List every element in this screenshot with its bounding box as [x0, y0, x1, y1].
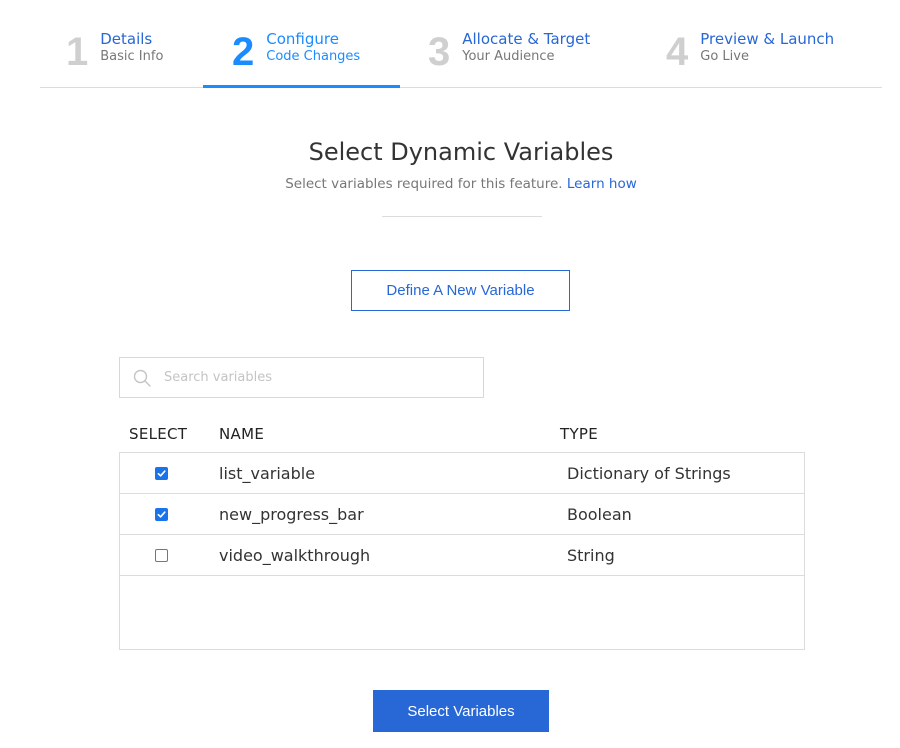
- variable-type: Boolean: [567, 504, 632, 524]
- search-input[interactable]: [164, 370, 483, 385]
- variable-name: list_variable: [219, 463, 316, 483]
- search-box[interactable]: [119, 357, 484, 398]
- step-number: 3: [428, 30, 451, 74]
- checkmark-icon: [157, 510, 166, 518]
- stepper: 1 Details Basic Info 2 Configure Code Ch…: [40, 0, 882, 88]
- table-row[interactable]: list_variable Dictionary of Strings: [120, 453, 804, 494]
- step-subtitle: Your Audience: [462, 49, 555, 64]
- step-title: Configure: [266, 30, 339, 48]
- search-icon: [133, 369, 151, 387]
- variable-name: video_walkthrough: [219, 545, 371, 565]
- step-title: Details: [100, 30, 153, 48]
- row-checkbox-checked[interactable]: [155, 466, 168, 480]
- step-subtitle: Code Changes: [266, 49, 361, 64]
- variable-type: Dictionary of Strings: [567, 463, 731, 483]
- column-header-type: TYPE: [560, 425, 599, 443]
- define-new-variable-button[interactable]: Define A New Variable: [351, 270, 570, 311]
- row-checkbox-checked[interactable]: [155, 507, 168, 521]
- variable-name: new_progress_bar: [219, 504, 364, 524]
- column-header-name: NAME: [219, 425, 265, 443]
- select-variables-button[interactable]: Select Variables: [373, 690, 549, 732]
- active-step-indicator: [203, 85, 400, 88]
- step-title: Preview & Launch: [700, 30, 835, 48]
- row-checkbox-unchecked[interactable]: [155, 548, 168, 562]
- column-header-select: SELECT: [129, 425, 188, 443]
- step-subtitle: Go Live: [700, 49, 749, 64]
- divider: [382, 216, 542, 217]
- step-number: 4: [666, 30, 689, 74]
- page-title: Select Dynamic Variables: [308, 138, 614, 166]
- table-row[interactable]: new_progress_bar Boolean: [120, 494, 804, 535]
- step-title: Allocate & Target: [462, 30, 591, 48]
- step-subtitle: Basic Info: [100, 49, 164, 64]
- step-details[interactable]: 1 Details Basic Info: [66, 28, 163, 88]
- variable-type: String: [567, 545, 615, 565]
- step-number: 1: [66, 30, 89, 74]
- step-preview-launch[interactable]: 4 Preview & Launch Go Live: [666, 28, 834, 88]
- page-subtitle: Select variables required for this featu…: [0, 176, 900, 192]
- learn-how-link[interactable]: Learn how: [567, 176, 637, 192]
- step-configure[interactable]: 2 Configure Code Changes: [232, 28, 360, 88]
- variables-table: list_variable Dictionary of Strings new_…: [119, 452, 805, 650]
- checkmark-icon: [157, 469, 166, 477]
- subtitle-text: Select variables required for this featu…: [285, 176, 563, 192]
- table-row[interactable]: video_walkthrough String: [120, 535, 804, 576]
- step-allocate-target[interactable]: 3 Allocate & Target Your Audience: [428, 28, 590, 88]
- step-number: 2: [232, 30, 255, 74]
